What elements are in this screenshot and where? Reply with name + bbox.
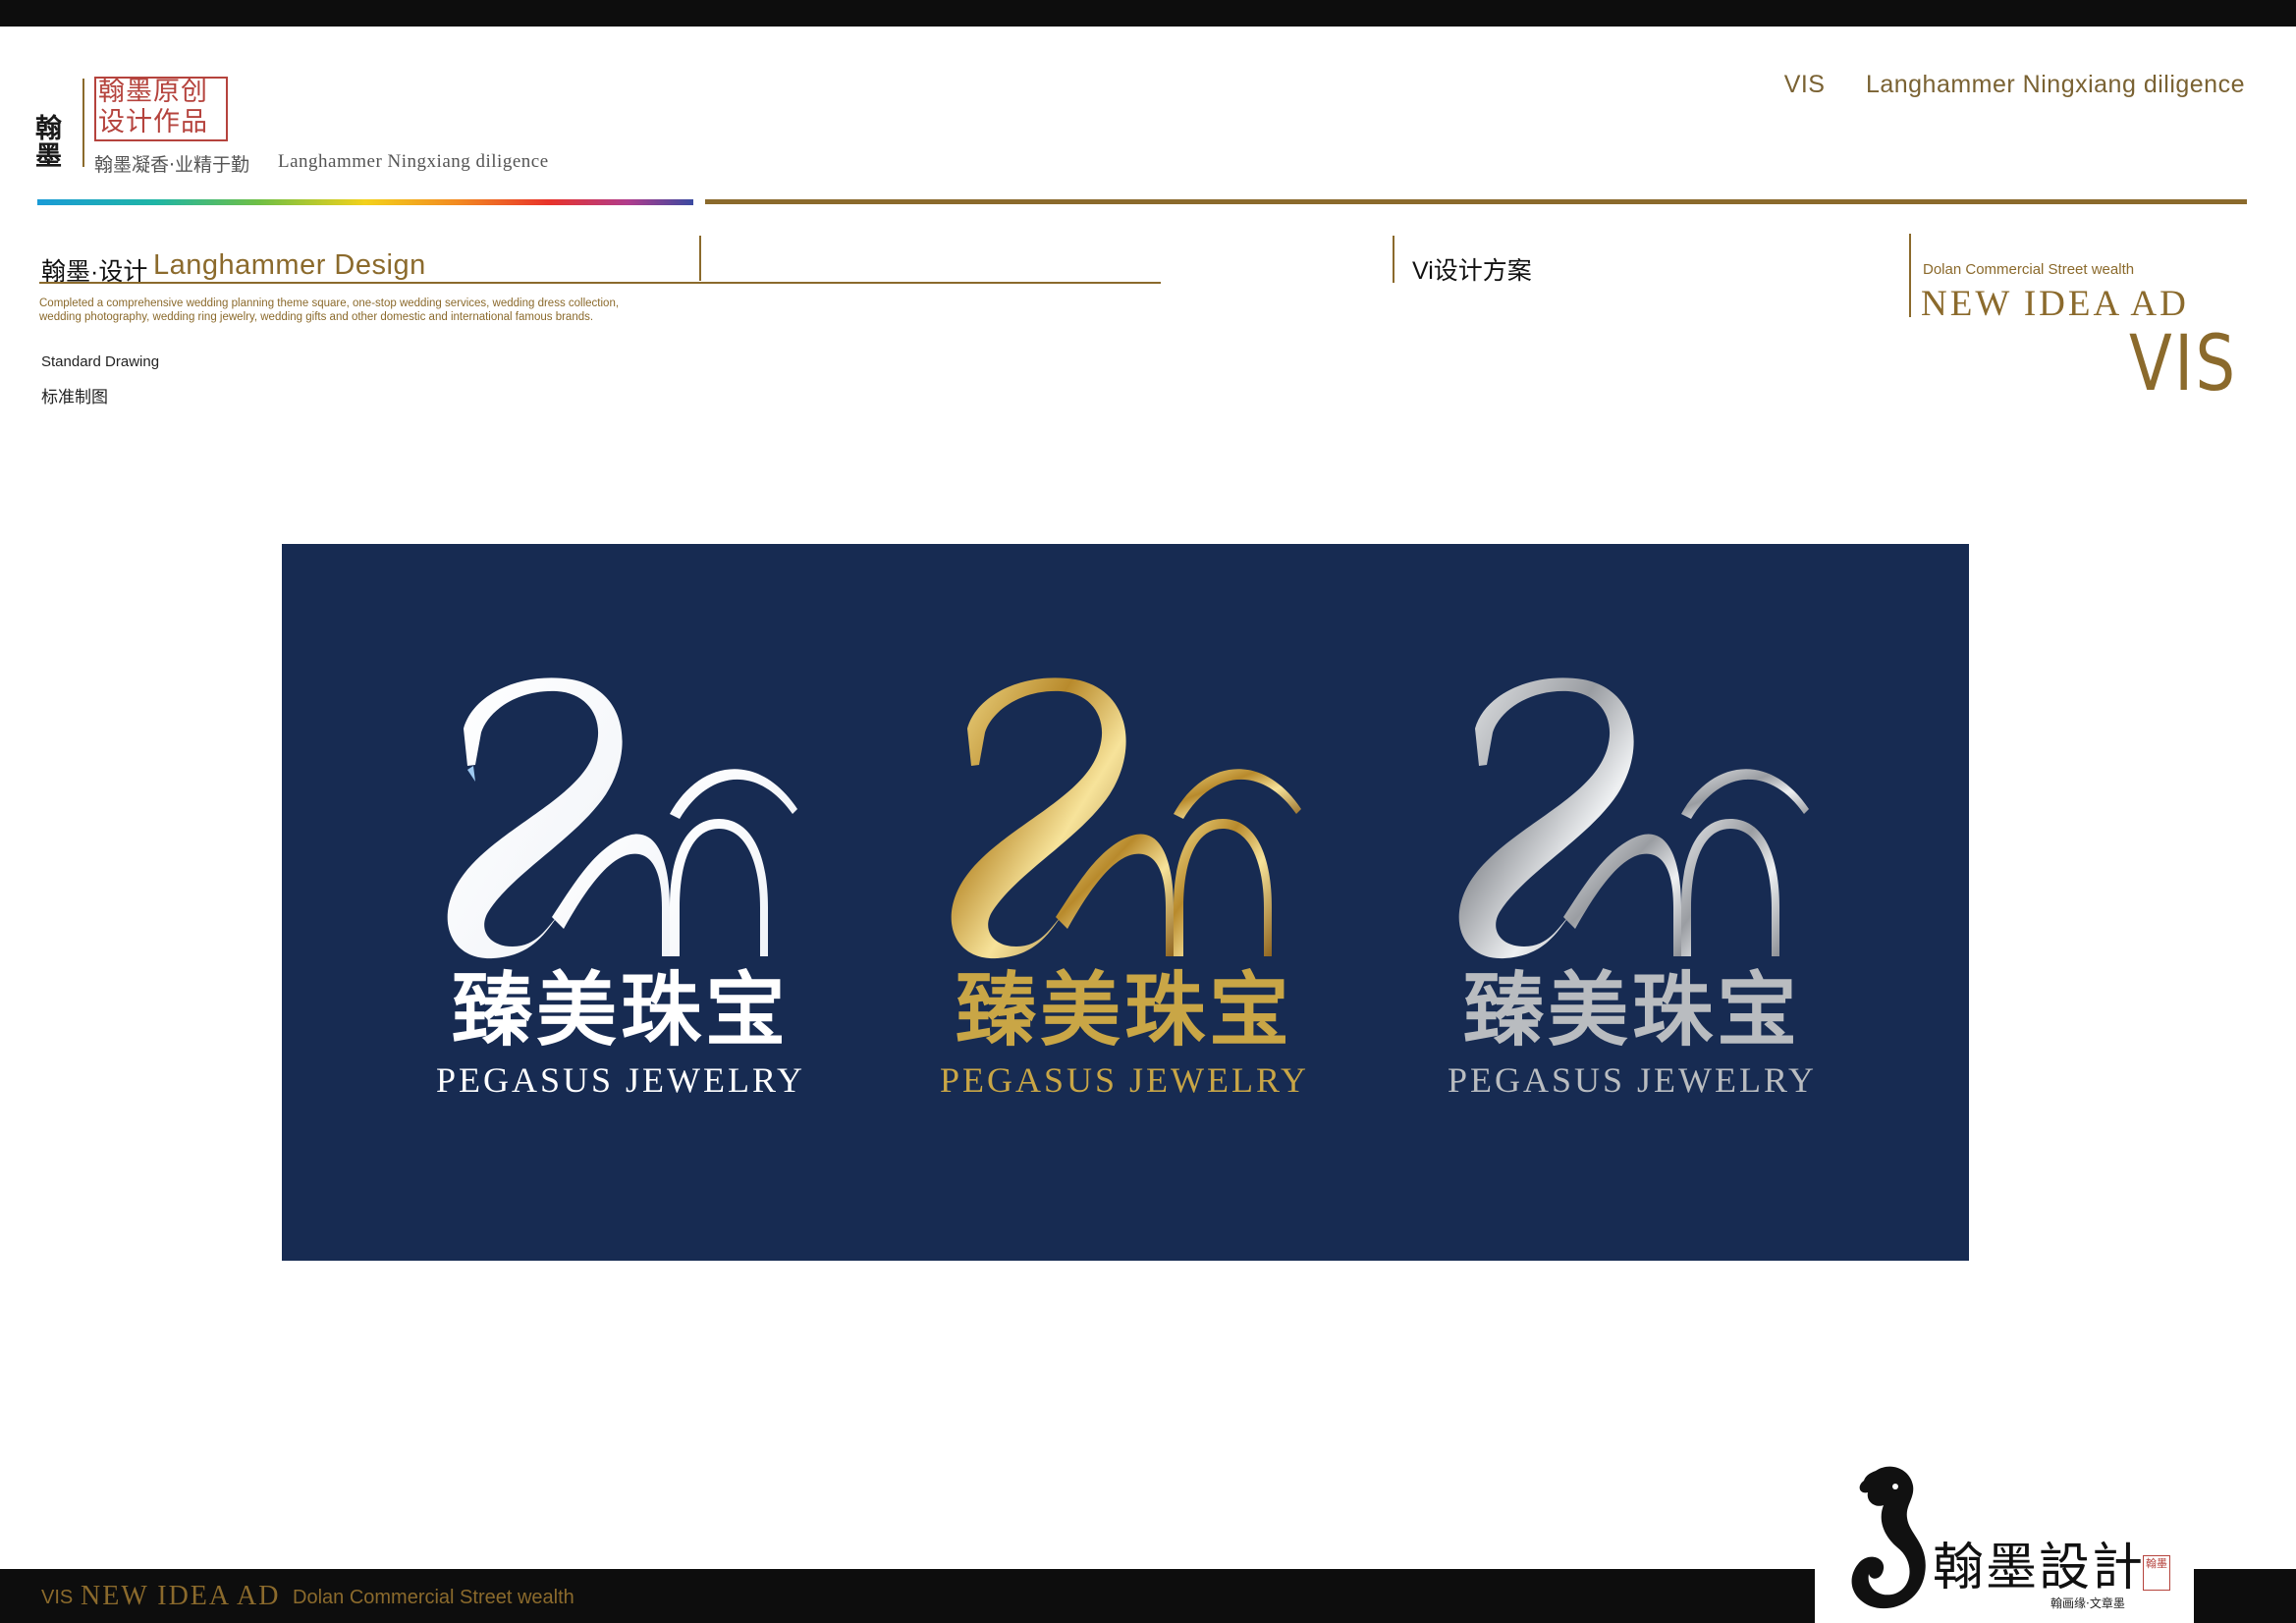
footer-new-idea-ad: NEW IDEA AD	[81, 1581, 281, 1611]
footer-brand-logo: 翰墨設計 翰墨 翰画缘·文章墨	[1836, 1451, 2170, 1618]
top-bar	[0, 0, 2296, 27]
gold-rule	[705, 199, 2247, 204]
section-divider	[699, 236, 701, 281]
logo-silver: 臻美珠宝 PEGASUS JEWELRY	[1446, 672, 1819, 1104]
vi-divider	[1393, 236, 1394, 283]
right-divider	[1909, 234, 1911, 317]
header-vis-label: VIS	[1783, 71, 1826, 98]
footer-logo-subtitle: 翰画缘·文章墨	[2050, 1596, 2125, 1610]
logo-name-cn: 臻美珠宝	[451, 964, 790, 1057]
brand-seal-text: 翰墨原创 设计作品	[98, 77, 208, 137]
standard-drawing-label-cn: 标准制图	[41, 388, 108, 406]
pegasus-logo-mark-icon	[951, 677, 1301, 959]
rainbow-rule	[37, 199, 693, 205]
logo-name-en: PEGASUS JEWELRY	[939, 1060, 1310, 1100]
logo-name-cn: 臻美珠宝	[1462, 964, 1801, 1057]
logo-gold: 臻美珠宝 PEGASUS JEWELRY	[938, 672, 1311, 1104]
brand-slogan-en: Langhammer Ningxiang diligence	[278, 151, 549, 172]
logo-name-en: PEGASUS JEWELRY	[435, 1060, 806, 1100]
logo-name-en: PEGASUS JEWELRY	[1447, 1060, 1818, 1100]
logo-display-panel: 臻美珠宝 PEGASUS JEWELRY 臻美珠宝 PEGASUS JEWELR…	[282, 544, 1969, 1261]
vi-plan-label: Vi设计方案	[1412, 257, 1532, 285]
section-description: Completed a comprehensive wedding planni…	[39, 298, 620, 323]
section-title-en: Langhammer Design	[153, 249, 426, 281]
pegasus-logo-mark-icon	[1458, 677, 1809, 959]
right-vis-mark: VIS	[2129, 320, 2238, 408]
header-title-text: Langhammer Ningxiang diligence	[1865, 71, 2245, 98]
pegasus-logo-mark-icon	[447, 677, 797, 959]
logo-white: 臻美珠宝 PEGASUS JEWELRY	[434, 672, 807, 1104]
brand-vertical-mark: 翰墨	[35, 114, 62, 172]
footer-logo-seal: 翰墨	[2143, 1555, 2170, 1591]
footer-vis: VIS	[41, 1587, 74, 1608]
right-caption: Dolan Commercial Street wealth	[1923, 261, 2135, 278]
brand-divider	[82, 79, 84, 167]
standard-drawing-label: Standard Drawing	[41, 353, 160, 370]
logo-name-cn: 臻美珠宝	[955, 964, 1293, 1057]
footer-caption: Dolan Commercial Street wealth	[293, 1587, 574, 1608]
page-header-title: VIS Langhammer Ningxiang diligence	[1784, 71, 2245, 99]
right-new-idea-ad: NEW IDEA AD	[1921, 284, 2189, 324]
section-underline	[39, 282, 1161, 284]
horse-head-icon	[1851, 1466, 1926, 1609]
footer-logo-text: 翰墨設計	[1933, 1539, 2146, 1597]
brand-slogan-cn: 翰墨凝香·业精于勤	[94, 154, 250, 176]
